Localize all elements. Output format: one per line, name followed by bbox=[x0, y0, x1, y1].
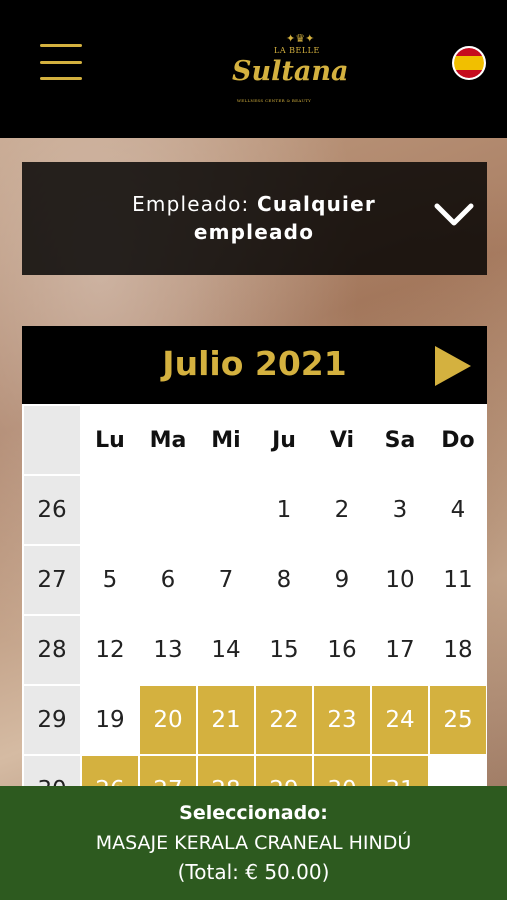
empty-day-cell bbox=[198, 476, 254, 544]
week-number: 28 bbox=[24, 616, 80, 684]
empty-day-cell bbox=[140, 476, 196, 544]
employee-label: Empleado: bbox=[132, 192, 250, 216]
flag-fill bbox=[454, 48, 484, 78]
logo-brand-text: Sultana bbox=[232, 56, 349, 87]
weekday-header: Sa bbox=[384, 427, 416, 453]
selection-footer: Seleccionado: MASAJE KERALA CRANEAL HIND… bbox=[0, 786, 507, 900]
top-bar: ✦♛✦ LA BELLE Sultana WELLNESS CENTER & B… bbox=[0, 0, 507, 138]
empty-day-cell bbox=[430, 756, 486, 786]
day-cell[interactable]: 1 bbox=[256, 476, 312, 544]
available-day-cell[interactable]: 27 bbox=[140, 756, 196, 786]
day-cell[interactable]: 15 bbox=[256, 616, 312, 684]
weekday-header: Vi bbox=[329, 427, 355, 453]
next-month-arrow-icon[interactable] bbox=[433, 344, 473, 388]
weekday-header: Ju bbox=[272, 427, 296, 453]
day-cell[interactable]: 12 bbox=[82, 616, 138, 684]
week-number: 26 bbox=[24, 476, 80, 544]
weekday-header: Mi bbox=[211, 427, 241, 453]
month-title: Julio 2021 bbox=[162, 344, 347, 383]
week-number: 27 bbox=[24, 546, 80, 614]
day-cell[interactable]: 19 bbox=[82, 686, 138, 754]
available-day-cell[interactable]: 26 bbox=[82, 756, 138, 786]
menu-bar-line bbox=[40, 60, 82, 64]
employee-selector[interactable]: Empleado: Cualquier empleado bbox=[22, 162, 487, 275]
weekday-header: Lu bbox=[95, 427, 125, 453]
chevron-down-icon[interactable] bbox=[434, 201, 474, 231]
logo-tagline: WELLNESS CENTER & BEAUTY bbox=[236, 98, 312, 103]
day-cell[interactable]: 9 bbox=[314, 546, 370, 614]
weekday-header: Ma bbox=[149, 427, 187, 453]
weekday-header: Do bbox=[441, 427, 475, 453]
day-cell[interactable]: 18 bbox=[430, 616, 486, 684]
day-cell[interactable]: 8 bbox=[256, 546, 312, 614]
available-day-cell[interactable]: 31 bbox=[372, 756, 428, 786]
day-cell[interactable]: 7 bbox=[198, 546, 254, 614]
day-cell[interactable]: 11 bbox=[430, 546, 486, 614]
logo-small-text: LA BELLE bbox=[274, 46, 320, 55]
menu-icon[interactable] bbox=[40, 44, 82, 80]
day-cell[interactable]: 5 bbox=[82, 546, 138, 614]
available-day-cell[interactable]: 24 bbox=[372, 686, 428, 754]
available-day-cell[interactable]: 20 bbox=[140, 686, 196, 754]
week-header-corner bbox=[24, 406, 80, 474]
day-cell[interactable]: 16 bbox=[314, 616, 370, 684]
available-day-cell[interactable]: 29 bbox=[256, 756, 312, 786]
available-day-cell[interactable]: 25 bbox=[430, 686, 486, 754]
selection-total: (Total: € 50.00) bbox=[177, 860, 330, 884]
week-number: 30 bbox=[24, 756, 80, 786]
employee-label-wrap: Empleado: Cualquier empleado bbox=[94, 190, 414, 246]
menu-bar-line bbox=[40, 44, 82, 47]
available-day-cell[interactable]: 28 bbox=[198, 756, 254, 786]
selection-title: Seleccionado: bbox=[179, 802, 328, 824]
brand-logo[interactable]: ✦♛✦ LA BELLE Sultana WELLNESS CENTER & B… bbox=[228, 30, 348, 106]
day-cell[interactable]: 14 bbox=[198, 616, 254, 684]
day-cell[interactable]: 6 bbox=[140, 546, 196, 614]
empty-day-cell bbox=[82, 476, 138, 544]
day-cell[interactable]: 10 bbox=[372, 546, 428, 614]
day-cell[interactable]: 4 bbox=[430, 476, 486, 544]
available-day-cell[interactable]: 21 bbox=[198, 686, 254, 754]
day-cell[interactable]: 13 bbox=[140, 616, 196, 684]
available-day-cell[interactable]: 23 bbox=[314, 686, 370, 754]
spain-flag-icon[interactable] bbox=[452, 46, 486, 80]
calendar: Julio 2021 Lu Ma Mi Ju Vi Sa Do 26 1 2 3 4 27 5 6 7 8 9 10… bbox=[22, 326, 487, 786]
menu-bar-line bbox=[40, 77, 82, 80]
selected-service: MASAJE KERALA CRANEAL HINDÚ bbox=[95, 832, 412, 854]
calendar-header: Julio 2021 bbox=[22, 326, 487, 404]
day-cell[interactable]: 3 bbox=[372, 476, 428, 544]
available-day-cell[interactable]: 30 bbox=[314, 756, 370, 786]
crown-icon: ✦♛✦ bbox=[286, 32, 315, 45]
week-number: 29 bbox=[24, 686, 80, 754]
day-cell[interactable]: 17 bbox=[372, 616, 428, 684]
available-day-cell[interactable]: 22 bbox=[256, 686, 312, 754]
day-cell[interactable]: 2 bbox=[314, 476, 370, 544]
